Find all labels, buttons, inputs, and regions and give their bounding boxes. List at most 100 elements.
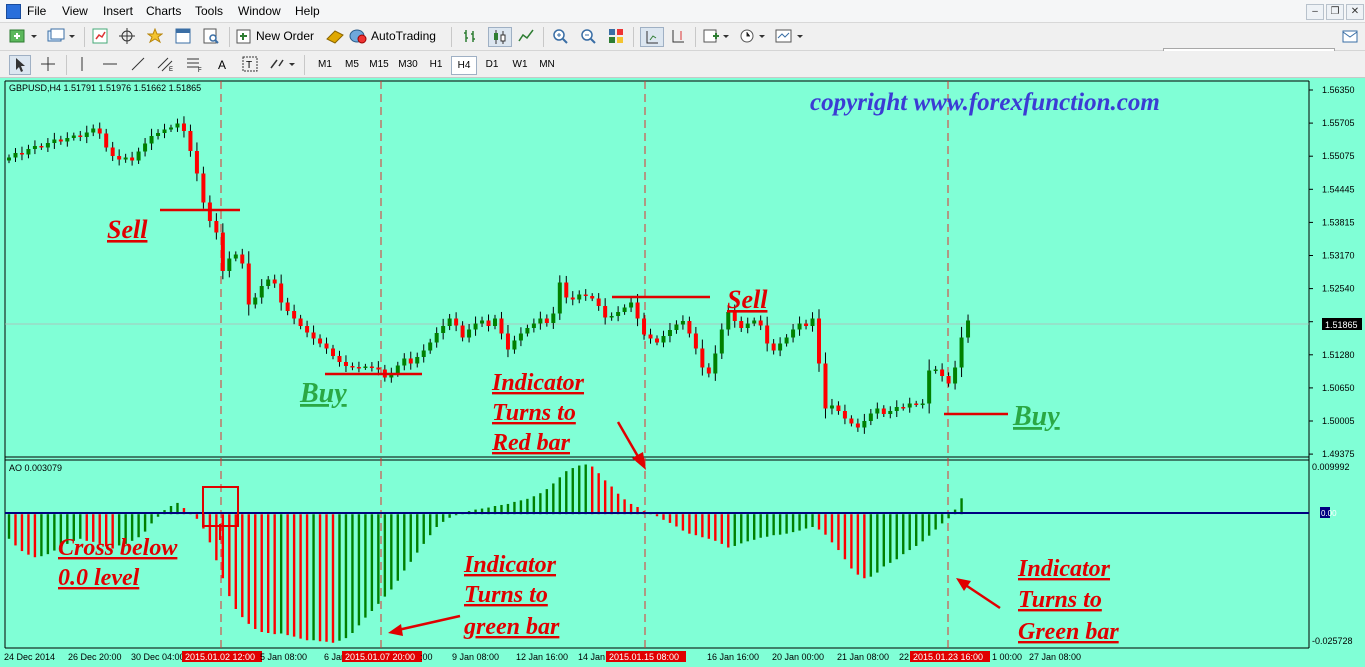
menu-tools[interactable]: Tools	[195, 4, 223, 18]
price-tick-label: 1.53815	[1322, 217, 1355, 227]
candle-body	[337, 356, 342, 362]
candle-body	[110, 147, 115, 156]
terminal-icon[interactable]	[173, 27, 193, 45]
timeframe-h4[interactable]: H4	[451, 56, 477, 75]
cursor-icon[interactable]	[9, 55, 31, 75]
time-tick-label: 9 Jan 08:00	[452, 652, 499, 662]
timeframe-d1[interactable]: D1	[480, 56, 504, 73]
zoom-in-icon[interactable]	[550, 27, 570, 45]
profiles-button[interactable]	[46, 27, 78, 45]
time-tick-label: 2015.01.07 20:00	[345, 652, 415, 662]
candle-body	[71, 135, 76, 138]
svg-text:E: E	[169, 67, 173, 72]
tile-windows-icon[interactable]	[606, 27, 626, 45]
candle-body	[266, 279, 271, 286]
sell-label-1: Sell	[107, 215, 148, 244]
timeframe-m5[interactable]: M5	[340, 56, 364, 73]
timeframe-w1[interactable]: W1	[508, 56, 532, 73]
candle-body	[499, 318, 504, 334]
candle-body	[441, 326, 446, 333]
market-watch-icon[interactable]	[90, 27, 110, 45]
green-bar1-note-line2: Turns to	[464, 582, 548, 608]
candle	[817, 309, 821, 372]
favorites-icon[interactable]	[145, 27, 165, 45]
candlestick-icon[interactable]	[488, 27, 512, 47]
timeframe-h1[interactable]: H1	[424, 56, 448, 73]
new-order-button[interactable]: New Order	[236, 27, 320, 45]
candle-body	[324, 343, 329, 349]
green-bar2-note-line1: Indicator	[1017, 556, 1111, 582]
menu-charts[interactable]: Charts	[146, 4, 181, 18]
menu-window[interactable]: Window	[238, 4, 281, 18]
text-label-icon[interactable]: T	[240, 55, 260, 73]
equidistant-channel-icon[interactable]: E	[155, 55, 177, 73]
candle-body	[259, 286, 264, 298]
zoom-out-icon[interactable]	[578, 27, 598, 45]
candle-body	[791, 329, 796, 338]
candle-body	[817, 318, 821, 364]
crosshair-icon[interactable]	[117, 27, 137, 45]
candle-body	[635, 302, 640, 319]
time-tick-label: 16 Jan 16:00	[707, 652, 759, 662]
candle-body	[363, 366, 368, 368]
candle-body	[175, 123, 180, 128]
candle-body	[473, 323, 478, 330]
timeframe-mn[interactable]: MN	[535, 56, 559, 73]
candle-body	[331, 348, 335, 356]
close-icon[interactable]: ✕	[1346, 4, 1364, 20]
candle-body	[940, 369, 945, 376]
menu-help[interactable]: Help	[295, 4, 320, 18]
restore-icon[interactable]: ❐	[1326, 4, 1344, 20]
candle-body	[428, 342, 433, 351]
horizontal-line-icon[interactable]	[101, 55, 119, 73]
candle-body	[19, 153, 24, 155]
menu-view[interactable]: View	[62, 4, 88, 18]
candle-body	[739, 321, 744, 328]
menu-file[interactable]: File	[27, 4, 46, 18]
candle-body	[687, 321, 692, 334]
bar-chart-icon[interactable]	[460, 27, 480, 45]
expert-advisors-icon[interactable]	[325, 27, 345, 45]
templates-button[interactable]	[774, 27, 806, 45]
candle-body	[32, 146, 37, 149]
minimize-icon[interactable]: –	[1306, 4, 1324, 20]
candle-body	[784, 337, 789, 344]
arrows-button[interactable]	[268, 55, 298, 73]
indicators-button[interactable]	[702, 27, 732, 45]
candle-body	[350, 366, 355, 368]
candle-body	[622, 307, 627, 312]
candle-body	[480, 320, 485, 324]
candle-body	[590, 296, 595, 299]
timeframe-m15[interactable]: M15	[367, 56, 391, 73]
auto-trading-button[interactable]: AutoTrading	[349, 27, 445, 45]
crosshair-tool-icon[interactable]	[38, 55, 58, 73]
candle-body	[415, 357, 420, 364]
periods-button[interactable]	[738, 27, 768, 45]
strategy-tester-icon[interactable]	[201, 27, 221, 45]
new-chart-button[interactable]	[8, 27, 40, 45]
vertical-line-icon[interactable]	[73, 55, 91, 73]
candle-body	[78, 135, 83, 137]
line-studies-toolbar: E F A T M1 M5 M15 M30 H1 H4 D1 W1 MN	[0, 51, 1365, 78]
cross-note-line1: Cross below	[58, 535, 178, 561]
time-tick-label: 2015.01.02 12:00	[185, 652, 255, 662]
menu-insert[interactable]: Insert	[103, 4, 133, 18]
line-chart-icon[interactable]	[516, 27, 536, 45]
text-tool-icon[interactable]: A	[214, 55, 232, 73]
candle-body	[765, 325, 770, 344]
candle-body	[525, 328, 530, 334]
svg-text:T: T	[246, 60, 252, 71]
candle-body	[376, 367, 381, 370]
timeframe-m1[interactable]: M1	[313, 56, 337, 73]
community-icon[interactable]	[1340, 27, 1360, 45]
trendline-icon[interactable]	[129, 55, 147, 73]
candle-body	[842, 411, 847, 419]
candle-body	[888, 411, 893, 414]
auto-scroll-icon[interactable]	[640, 27, 664, 47]
fibonacci-icon[interactable]: F	[184, 55, 206, 73]
chart-window[interactable]: GBPUSD,H4 1.51791 1.51976 1.51662 1.5186…	[0, 78, 1365, 667]
candle-body	[557, 282, 562, 314]
chart-shift-icon[interactable]	[668, 27, 688, 45]
buy-label-2: Buy	[1012, 401, 1060, 432]
timeframe-m30[interactable]: M30	[395, 56, 421, 73]
